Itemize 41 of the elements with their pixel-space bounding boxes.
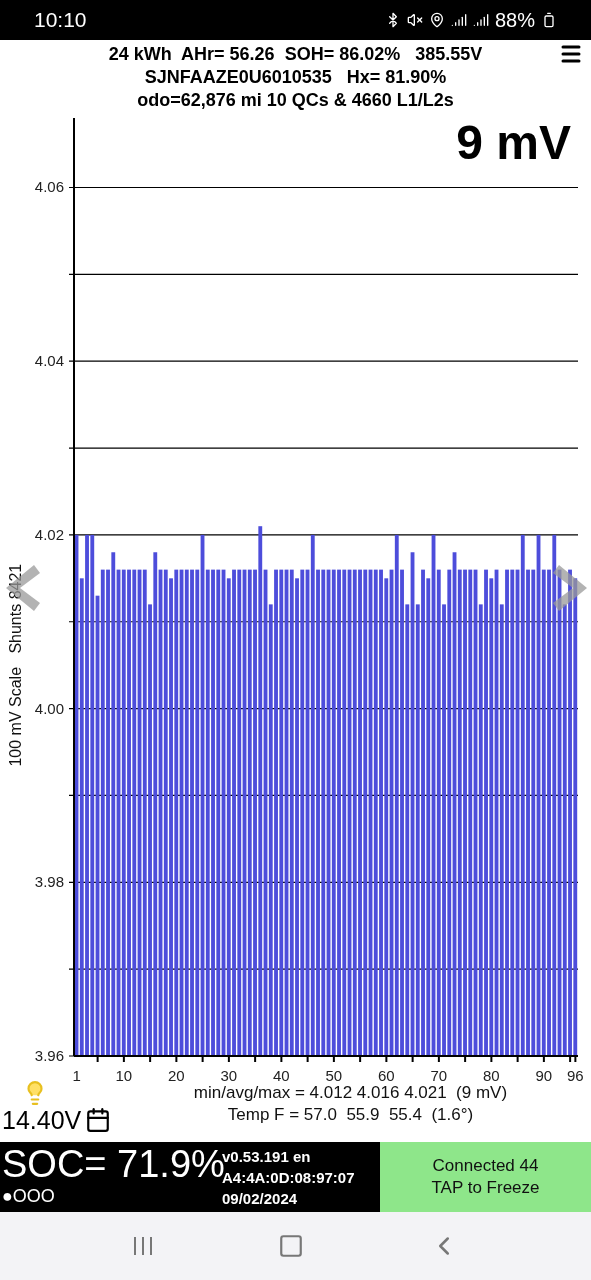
x-tick-label: 20: [168, 1067, 185, 1084]
header-line: odo=62,876 mi 10 QCs & 4660 L1/L2s: [137, 89, 454, 112]
recents-icon[interactable]: [132, 1235, 155, 1257]
x-tick-label: 50: [325, 1067, 343, 1084]
calendar-icon[interactable]: [85, 1107, 112, 1133]
mute-icon: [406, 12, 423, 28]
header-line: SJNFAAZE0U6010535 Hx= 81.90%: [144, 66, 447, 89]
next-arrow-icon[interactable]: [553, 565, 589, 611]
y-tick-label: 4.00: [34, 699, 64, 717]
aux-voltage: 14.40V: [2, 1106, 82, 1134]
x-tick-label: 60: [378, 1067, 395, 1084]
battery-percent: 88%: [494, 8, 535, 33]
x-tick-label: 96: [567, 1067, 584, 1084]
x-tick-label: 90: [535, 1067, 553, 1084]
signal-icon: [450, 12, 467, 28]
signal-icon: [472, 12, 489, 28]
location-icon: [428, 12, 445, 28]
device-info: 09/02/2024: [222, 1188, 299, 1209]
y-tick-label: 3.98: [34, 873, 64, 891]
y-tick-label: 4.04: [34, 352, 64, 370]
x-tick-label: 70: [430, 1067, 448, 1084]
soc-reading: SOC= 71.9%: [2, 1142, 222, 1186]
stats-line: min/avg/max = 4.012 4.016 4.021 (9 mV): [193, 1082, 508, 1104]
freeze-button[interactable]: Connected 44 TAP to Freeze: [380, 1142, 591, 1212]
x-tick-label: 1: [72, 1067, 81, 1084]
header-line: 24 kWh AHr= 56.26 SOH= 86.02% 385.55V: [108, 43, 483, 66]
stats-line: Temp F = 57.0 55.9 55.4 (1.6°): [227, 1104, 474, 1126]
y-tick-label: 3.96: [34, 1047, 64, 1064]
spread-label: 9 mV: [456, 115, 571, 171]
x-tick-label: 40: [273, 1067, 290, 1084]
device-info: v0.53.191 en: [222, 1146, 312, 1165]
clock: 10:10: [34, 7, 87, 34]
y-tick-label: 4.02: [34, 525, 64, 543]
x-tick-label: 10: [115, 1067, 133, 1084]
y-tick-label: 4.06: [34, 178, 64, 196]
x-tick-label: 80: [483, 1067, 500, 1084]
status-indicator: ●OOO: [2, 1186, 56, 1206]
y-axis-label: 100 mV Scale Shunts 8421: [7, 563, 24, 767]
home-icon[interactable]: [278, 1233, 305, 1259]
x-tick-label: 30: [220, 1067, 238, 1084]
battery-icon: [541, 12, 557, 28]
